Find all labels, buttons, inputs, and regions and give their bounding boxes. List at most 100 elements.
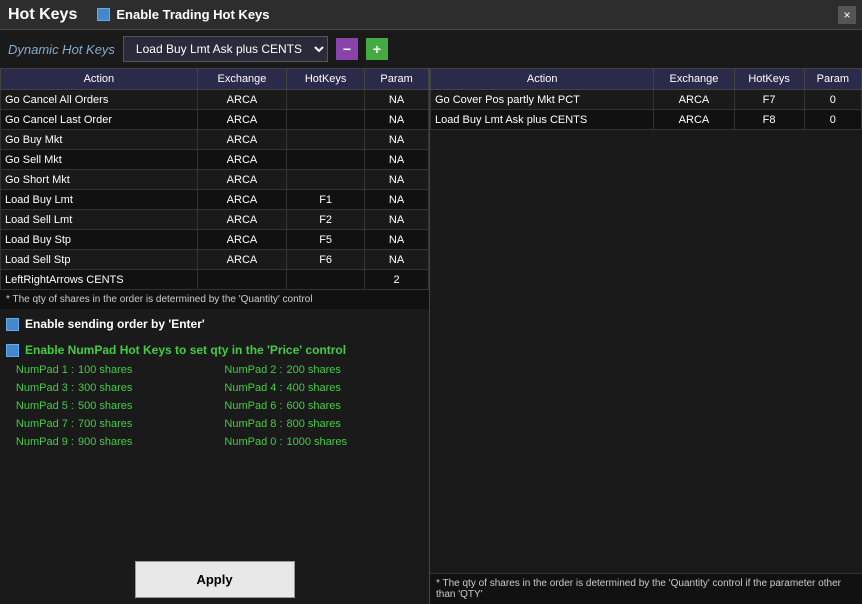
table-row[interactable]: Go Sell Mkt ARCA NA (1, 150, 429, 170)
left-hotkeys-cell (287, 90, 365, 110)
numpad-checkbox[interactable] (6, 344, 19, 357)
numpad-row: NumPad 0 : 1000 shares (215, 433, 424, 451)
numpad-title: Enable NumPad Hot Keys to set qty in the… (25, 343, 346, 357)
numpad-value-label: 100 shares (78, 364, 132, 376)
left-table: Action Exchange HotKeys Param Go Cancel … (0, 68, 429, 290)
left-action-cell: Go Buy Mkt (1, 130, 198, 150)
left-param-cell: NA (365, 210, 429, 230)
numpad-row: NumPad 3 : 300 shares (6, 379, 215, 397)
apply-button[interactable]: Apply (135, 561, 295, 598)
numpad-value-label: 400 shares (287, 382, 341, 394)
left-exchange-cell: ARCA (197, 130, 286, 150)
table-row[interactable]: Load Buy Lmt ARCA F1 NA (1, 190, 429, 210)
table-row[interactable]: Go Buy Mkt ARCA NA (1, 130, 429, 150)
numpad-value-label: 200 shares (287, 364, 341, 376)
numpad-row: NumPad 2 : 200 shares (215, 361, 424, 379)
left-param-cell: NA (365, 130, 429, 150)
left-action-cell: Load Sell Stp (1, 250, 198, 270)
left-param-cell: NA (365, 230, 429, 250)
left-hotkeys-cell (287, 170, 365, 190)
left-col-exchange: Exchange (197, 69, 286, 90)
table-row[interactable]: Load Sell Stp ARCA F6 NA (1, 250, 429, 270)
right-table: Action Exchange HotKeys Param Go Cover P… (430, 68, 862, 130)
table-row[interactable]: Go Cancel Last Order ARCA NA (1, 110, 429, 130)
left-action-cell: Go Cancel Last Order (1, 110, 198, 130)
right-action-cell: Go Cover Pos partly Mkt PCT (431, 90, 654, 110)
left-action-cell: Load Sell Lmt (1, 210, 198, 230)
left-hotkeys-cell (287, 150, 365, 170)
enable-hotkeys-label[interactable]: Enable Trading Hot Keys (97, 7, 269, 22)
table-row[interactable]: Go Cancel All Orders ARCA NA (1, 90, 429, 110)
left-exchange-cell (197, 270, 286, 290)
left-param-cell: NA (365, 150, 429, 170)
numpad-row: NumPad 1 : 100 shares (6, 361, 215, 379)
left-action-cell: Go Sell Mkt (1, 150, 198, 170)
left-hotkeys-cell: F6 (287, 250, 365, 270)
right-table-area: Action Exchange HotKeys Param Go Cover P… (430, 68, 862, 573)
table-row[interactable]: Load Buy Lmt Ask plus CENTS ARCA F8 0 (431, 110, 862, 130)
left-exchange-cell: ARCA (197, 110, 286, 130)
left-exchange-cell: ARCA (197, 190, 286, 210)
left-exchange-cell: ARCA (197, 150, 286, 170)
numpad-row: NumPad 8 : 800 shares (215, 415, 424, 433)
left-hotkeys-cell: F1 (287, 190, 365, 210)
numpad-row: NumPad 5 : 500 shares (6, 397, 215, 415)
left-col-action: Action (1, 69, 198, 90)
dynamic-select[interactable]: Load Buy Lmt Ask plus CENTS (123, 36, 328, 62)
minus-button[interactable]: − (336, 38, 358, 60)
left-action-cell: Load Buy Lmt (1, 190, 198, 210)
table-row[interactable]: Load Buy Stp ARCA F5 NA (1, 230, 429, 250)
plus-button[interactable]: + (366, 38, 388, 60)
numpad-key-label: NumPad 6 : (217, 400, 287, 412)
numpad-value-label: 700 shares (78, 418, 132, 430)
right-param-cell: 0 (804, 110, 861, 130)
left-param-cell: NA (365, 90, 429, 110)
dynamic-bar: Dynamic Hot Keys Load Buy Lmt Ask plus C… (0, 30, 862, 68)
numpad-key-label: NumPad 1 : (8, 364, 78, 376)
dynamic-label: Dynamic Hot Keys (8, 42, 115, 57)
window-title: Hot Keys (8, 6, 77, 24)
left-footnote: * The qty of shares in the order is dete… (0, 290, 429, 309)
enable-enter-label: Enable sending order by 'Enter' (25, 317, 205, 331)
left-action-cell: LeftRightArrows CENTS (1, 270, 198, 290)
table-row[interactable]: Go Short Mkt ARCA NA (1, 170, 429, 190)
table-row[interactable]: Load Sell Lmt ARCA F2 NA (1, 210, 429, 230)
enable-enter-section[interactable]: Enable sending order by 'Enter' (0, 309, 429, 339)
left-table-body: Go Cancel All Orders ARCA NA Go Cancel L… (1, 90, 429, 290)
left-col-param: Param (365, 69, 429, 90)
numpad-key-label: NumPad 8 : (217, 418, 287, 430)
right-action-cell: Load Buy Lmt Ask plus CENTS (431, 110, 654, 130)
numpad-value-label: 800 shares (287, 418, 341, 430)
enable-hotkeys-checkbox[interactable] (97, 8, 110, 21)
right-hotkeys-cell: F7 (734, 90, 804, 110)
left-exchange-cell: ARCA (197, 210, 286, 230)
left-hotkeys-cell (287, 110, 365, 130)
numpad-value-label: 1000 shares (287, 436, 348, 448)
left-param-cell: NA (365, 190, 429, 210)
right-table-body: Go Cover Pos partly Mkt PCT ARCA F7 0 Lo… (431, 90, 862, 130)
left-param-cell: 2 (365, 270, 429, 290)
numpad-row: NumPad 7 : 700 shares (6, 415, 215, 433)
numpad-key-label: NumPad 2 : (217, 364, 287, 376)
table-row[interactable]: LeftRightArrows CENTS 2 (1, 270, 429, 290)
numpad-key-label: NumPad 3 : (8, 382, 78, 394)
left-hotkeys-cell (287, 130, 365, 150)
left-param-cell: NA (365, 170, 429, 190)
close-button[interactable]: × (838, 6, 856, 24)
numpad-title-row[interactable]: Enable NumPad Hot Keys to set qty in the… (6, 343, 423, 357)
enable-enter-checkbox[interactable] (6, 318, 19, 331)
left-param-cell: NA (365, 110, 429, 130)
table-row[interactable]: Go Cover Pos partly Mkt PCT ARCA F7 0 (431, 90, 862, 110)
enable-hotkeys-text: Enable Trading Hot Keys (116, 7, 269, 22)
left-hotkeys-cell: F2 (287, 210, 365, 230)
right-exchange-cell: ARCA (654, 90, 734, 110)
left-exchange-cell: ARCA (197, 170, 286, 190)
numpad-value-label: 600 shares (287, 400, 341, 412)
numpad-key-label: NumPad 5 : (8, 400, 78, 412)
right-hotkeys-cell: F8 (734, 110, 804, 130)
left-exchange-cell: ARCA (197, 250, 286, 270)
left-param-cell: NA (365, 250, 429, 270)
numpad-key-label: NumPad 9 : (8, 436, 78, 448)
numpad-value-label: 300 shares (78, 382, 132, 394)
left-exchange-cell: ARCA (197, 90, 286, 110)
